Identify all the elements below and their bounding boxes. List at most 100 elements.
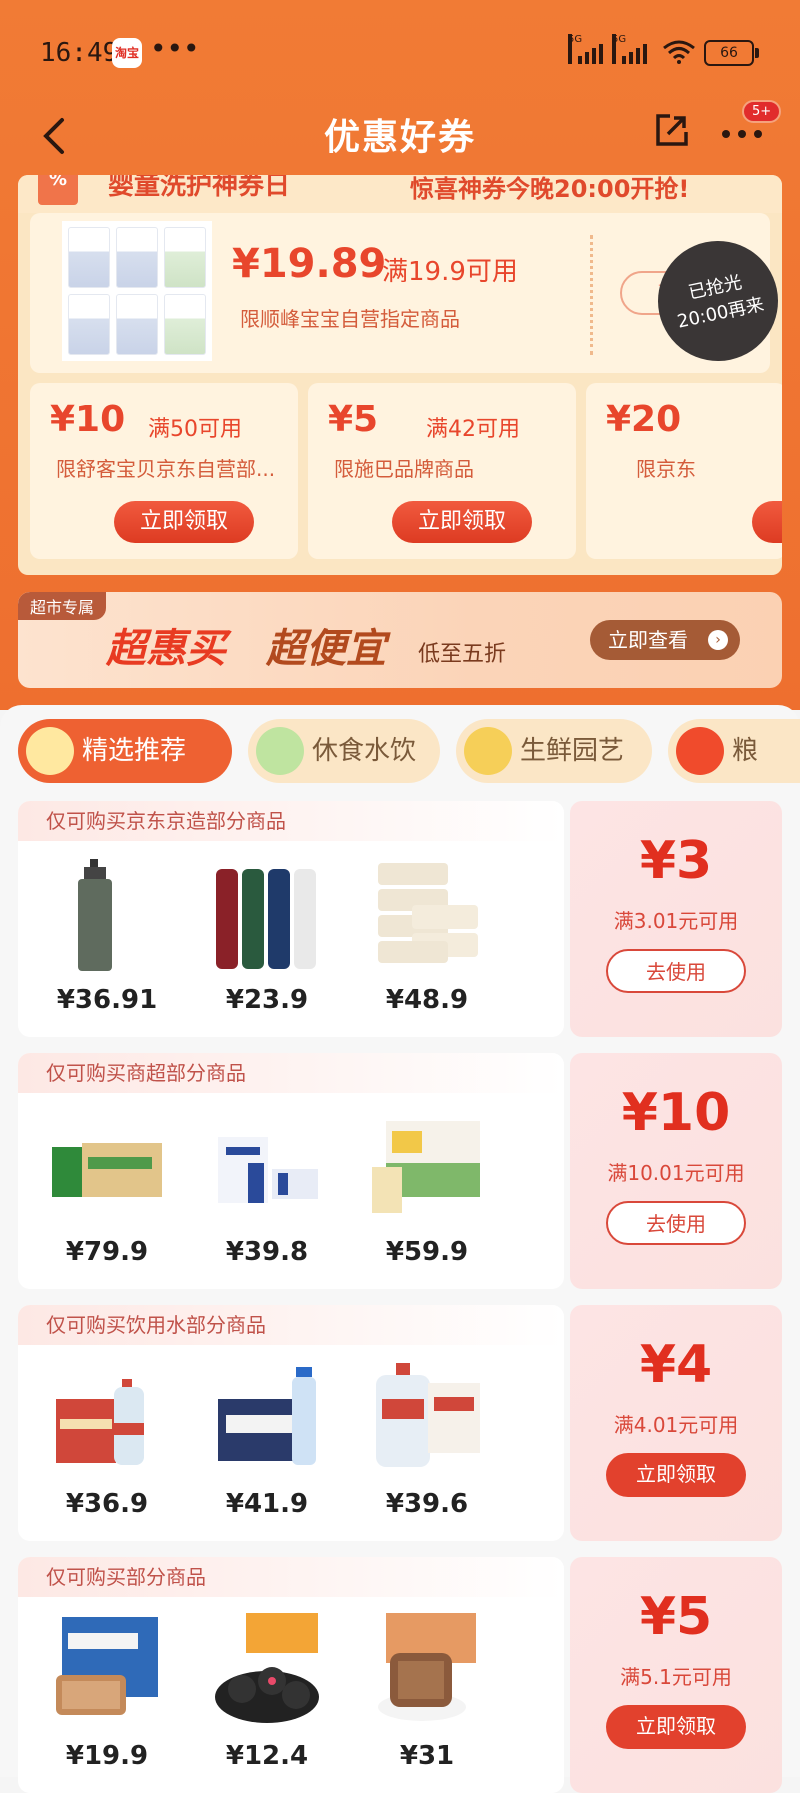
product-item[interactable]: ¥36.91 (32, 855, 182, 1035)
panel-header-notice: 惊喜神券今晚20:00开抢! (410, 175, 690, 203)
coupon-amount: ¥10 (621, 1083, 731, 1143)
signal-icon: 5G (568, 34, 608, 64)
coupon-section: 仅可购买饮用水部分商品 ¥36.9 ¥41.9 ¥39.6 ¥4 满4.01元可… (18, 1305, 782, 1541)
view-now-button[interactable]: 立即查看 › (590, 620, 740, 660)
product-image (78, 859, 112, 971)
coupon-amount: ¥5 (328, 399, 379, 440)
section-title: 仅可购买部分商品 (18, 1557, 564, 1597)
tab-snacks-drinks[interactable]: 休食水饮 (248, 719, 440, 783)
product-price: ¥31 (399, 1741, 455, 1771)
product-price: ¥59.9 (385, 1237, 469, 1267)
discount-badge-icon: % (38, 175, 78, 205)
section-products: 仅可购买饮用水部分商品 ¥36.9 ¥41.9 ¥39.6 (18, 1305, 564, 1541)
product-item[interactable]: ¥79.9 (32, 1107, 182, 1287)
product-price: ¥36.9 (65, 1489, 149, 1519)
featured-coupon: ¥19.89 满19.9可用 限顺峰宝宝自营指定商品 已抢完 已抢光 20:00… (30, 213, 782, 373)
supermarket-banner[interactable]: 超市专属 超惠买 超便宜 低至五折 立即查看 › (18, 592, 782, 688)
product-item[interactable]: ¥39.6 (352, 1359, 502, 1539)
product-image (215, 1613, 319, 1723)
grain-icon (676, 727, 724, 775)
tab-label: 精选推荐 (82, 736, 187, 766)
coupon-condition: 满42可用 (426, 417, 520, 442)
tab-label: 粮 (732, 736, 759, 766)
section-coupon: ¥4 满4.01元可用 立即领取 (570, 1305, 782, 1541)
title-bar: 优惠好券 5+ (0, 100, 800, 180)
tab-fresh-garden[interactable]: 生鲜园艺 (456, 719, 652, 783)
product-item[interactable]: ¥48.9 (352, 855, 502, 1035)
product-image (216, 869, 316, 969)
product-image (372, 1121, 480, 1213)
product-price: ¥39.8 (225, 1237, 309, 1267)
durian-icon (464, 727, 512, 775)
coupon-condition: 满50可用 (148, 417, 242, 442)
battery-icon: 66 (704, 40, 759, 66)
coupon-description: 限舒客宝贝京东自营部... (56, 457, 276, 481)
coupon-card: ¥20 限京东 立 (586, 383, 782, 559)
claim-button[interactable]: 立即领取 (114, 501, 254, 543)
claim-button[interactable]: 立即领取 (392, 501, 532, 543)
sold-out-stamp: 已抢光 20:00再来 (646, 229, 782, 373)
coupon-section: 仅可购买部分商品 ¥19.9 ¥12.4 ¥31 ¥5 满5.1元可用 立即领取 (18, 1557, 782, 1793)
product-image (376, 1363, 480, 1467)
use-button[interactable]: 去使用 (606, 1201, 746, 1245)
coupon-card: ¥10 满50可用 限舒客宝贝京东自营部... 立即领取 (30, 383, 298, 559)
panel-header: % 婴童洗护神券日 惊喜神券今晚20:00开抢! (18, 175, 782, 213)
status-more-dots: ••• (150, 32, 200, 65)
coupon-card: ¥5 满42可用 限施巴品牌商品 立即领取 (308, 383, 576, 559)
product-item[interactable]: ¥39.8 (192, 1107, 342, 1287)
product-price: ¥12.4 (225, 1741, 309, 1771)
tab-label: 生鲜园艺 (520, 736, 625, 766)
wifi-icon (663, 40, 695, 64)
product-image (52, 1143, 162, 1197)
coupon-row: ¥10 满50可用 限舒客宝贝京东自营部... 立即领取 ¥5 满42可用 限施… (30, 383, 782, 563)
section-products: 仅可购买京东京造部分商品 ¥36.91 ¥23.9 ¥48.9 (18, 801, 564, 1037)
network-type-label: 5G (612, 34, 626, 64)
coupon-condition: 满4.01元可用 (613, 1413, 739, 1437)
coupon-amount: ¥20 (606, 399, 682, 440)
coupon-description: 限顺峰宝宝自营指定商品 (240, 307, 460, 331)
category-tabs: 精选推荐 休食水饮 生鲜园艺 粮 (18, 719, 800, 785)
panel-header-title: 婴童洗护神券日 (108, 175, 291, 201)
section-title: 仅可购买饮用水部分商品 (18, 1305, 564, 1345)
product-price: ¥19.9 (65, 1741, 149, 1771)
product-item[interactable]: ¥41.9 (192, 1359, 342, 1539)
product-item[interactable]: ¥31 (352, 1611, 502, 1791)
section-title: 仅可购买商超部分商品 (18, 1053, 564, 1093)
section-products: 仅可购买部分商品 ¥19.9 ¥12.4 ¥31 (18, 1557, 564, 1793)
product-item[interactable]: ¥23.9 (192, 855, 342, 1035)
content-area: 精选推荐 休食水饮 生鲜园艺 粮 仅可购买京东京造部分商品 ¥36.91 ¥23… (0, 705, 800, 1793)
coupon-icon (26, 727, 74, 775)
share-icon[interactable] (652, 110, 692, 150)
tab-grain[interactable]: 粮 (668, 719, 800, 783)
coupon-condition: 满5.1元可用 (620, 1665, 732, 1689)
section-products: 仅可购买商超部分商品 ¥79.9 ¥39.8 ¥59.9 (18, 1053, 564, 1289)
coupon-section: 仅可购买京东京造部分商品 ¥36.91 ¥23.9 ¥48.9 ¥3 满3.01… (18, 801, 782, 1037)
product-item[interactable]: ¥12.4 (192, 1611, 342, 1791)
product-price: ¥79.9 (65, 1237, 149, 1267)
product-item[interactable]: ¥36.9 (32, 1359, 182, 1539)
coupon-amount: ¥5 (639, 1587, 713, 1647)
product-image (56, 1617, 158, 1715)
tab-featured[interactable]: 精选推荐 (18, 719, 232, 783)
status-time: 16:49 (40, 38, 119, 68)
product-item[interactable]: ¥19.9 (32, 1611, 182, 1791)
network-type-label: 5G (568, 34, 582, 64)
section-coupon: ¥5 满5.1元可用 立即领取 (570, 1557, 782, 1793)
coupon-divider (590, 235, 593, 355)
coupon-condition: 满3.01元可用 (613, 909, 739, 933)
claim-button[interactable]: 立即领取 (606, 1705, 746, 1749)
use-button[interactable]: 去使用 (606, 949, 746, 993)
coupon-description: 限施巴品牌商品 (334, 457, 474, 481)
claim-button[interactable]: 立即领取 (606, 1453, 746, 1497)
coupon-amount: ¥4 (639, 1335, 713, 1395)
product-price: ¥41.9 (225, 1489, 309, 1519)
product-image (218, 1137, 318, 1203)
section-coupon: ¥10 满10.01元可用 去使用 (570, 1053, 782, 1289)
app-notification-icon: 淘宝 (112, 38, 142, 68)
coupon-panel: % 婴童洗护神券日 惊喜神券今晚20:00开抢! ¥19.89 满19.9可用 … (18, 175, 782, 575)
product-image (218, 1367, 316, 1465)
coupon-condition: 满10.01元可用 (607, 1161, 745, 1185)
claim-button[interactable]: 立 (752, 501, 782, 543)
product-item[interactable]: ¥59.9 (352, 1107, 502, 1287)
product-price: ¥48.9 (385, 985, 469, 1015)
